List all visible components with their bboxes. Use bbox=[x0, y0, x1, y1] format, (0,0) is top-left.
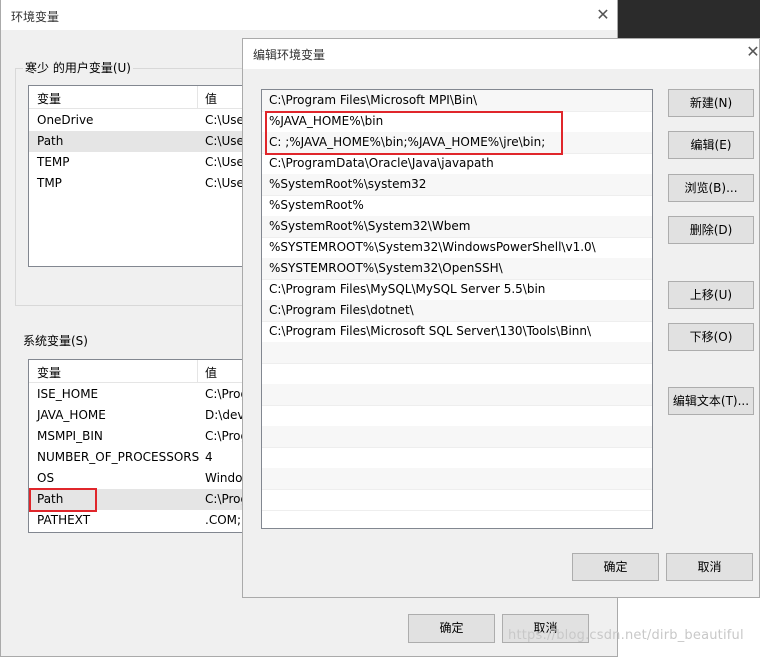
bg-titlebar: 环境变量 ✕ bbox=[1, 0, 617, 30]
list-item[interactable] bbox=[262, 468, 652, 490]
col-header-var[interactable]: 变量 bbox=[37, 364, 61, 381]
col-header-var[interactable]: 变量 bbox=[37, 90, 61, 107]
edit-env-variable-dialog: 编辑环境变量 ✕ C:\Program Files\Microsoft MPI\… bbox=[242, 38, 760, 598]
dialog-close-icon[interactable]: ✕ bbox=[742, 41, 760, 63]
dialog-titlebar: 编辑环境变量 ✕ bbox=[243, 39, 760, 69]
var-value: 4 bbox=[205, 450, 213, 464]
path-entry-text: C:\Program Files\Microsoft MPI\Bin\ bbox=[269, 93, 478, 107]
var-name: OneDrive bbox=[37, 113, 94, 127]
java-paths-highlight bbox=[265, 111, 563, 155]
path-entry-text: %SYSTEMROOT%\System32\OpenSSH\ bbox=[269, 261, 503, 275]
edit-button[interactable]: 编辑(E) bbox=[668, 131, 754, 159]
path-entry-text: %SystemRoot% bbox=[269, 198, 364, 212]
list-item[interactable] bbox=[262, 447, 652, 469]
var-name: JAVA_HOME bbox=[37, 408, 106, 422]
path-entry-text: %SystemRoot%\System32\Wbem bbox=[269, 219, 471, 233]
list-item[interactable] bbox=[262, 405, 652, 427]
var-name: OS bbox=[37, 471, 55, 485]
list-item[interactable]: %SystemRoot% bbox=[262, 195, 652, 217]
var-value: .COM;. bbox=[205, 513, 245, 527]
system-path-highlight bbox=[29, 488, 97, 512]
var-name: TMP bbox=[37, 176, 62, 190]
list-item[interactable] bbox=[262, 426, 652, 448]
var-name: MSMPI_BIN bbox=[37, 429, 103, 443]
dialog-ok-button[interactable]: 确定 bbox=[572, 553, 659, 581]
list-item[interactable]: %SystemRoot%\System32\Wbem bbox=[262, 216, 652, 238]
path-entry-text: C:\Program Files\MySQL\MySQL Server 5.5\… bbox=[269, 282, 546, 296]
move-down-button[interactable]: 下移(O) bbox=[668, 323, 754, 351]
dialog-cancel-button[interactable]: 取消 bbox=[666, 553, 753, 581]
new-button[interactable]: 新建(N) bbox=[668, 89, 754, 117]
watermark: https://blog.csdn.net/dirb_beautiful bbox=[508, 628, 744, 643]
var-name: NUMBER_OF_PROCESSORS bbox=[37, 450, 200, 464]
path-entry-text: %SYSTEMROOT%\System32\WindowsPowerShell\… bbox=[269, 240, 596, 254]
system-vars-label: 系统变量(S) bbox=[23, 334, 88, 348]
var-value: C:\Use bbox=[205, 155, 244, 169]
col-header-value[interactable]: 值 bbox=[205, 90, 217, 107]
move-up-button[interactable]: 上移(U) bbox=[668, 281, 754, 309]
user-vars-label: 寒少 的用户变量(U) bbox=[23, 59, 133, 76]
edit-text-button[interactable]: 编辑文本(T)... bbox=[668, 387, 754, 415]
list-item[interactable]: C:\Program Files\dotnet\ bbox=[262, 300, 652, 322]
bg-window-title: 环境变量 bbox=[11, 10, 60, 24]
list-item[interactable] bbox=[262, 363, 652, 385]
desktop-background bbox=[618, 0, 760, 40]
var-value: Windo bbox=[205, 471, 243, 485]
list-item[interactable] bbox=[262, 489, 652, 511]
browse-button[interactable]: 浏览(B)... bbox=[668, 174, 754, 202]
var-name: TEMP bbox=[37, 155, 70, 169]
delete-button[interactable]: 删除(D) bbox=[668, 216, 754, 244]
path-entry-text: %SystemRoot%\system32 bbox=[269, 177, 427, 191]
list-item[interactable]: %SystemRoot%\system32 bbox=[262, 174, 652, 196]
list-item[interactable]: %SYSTEMROOT%\System32\WindowsPowerShell\… bbox=[262, 237, 652, 259]
var-value: D:\dev bbox=[205, 408, 245, 422]
path-entries-list[interactable]: C:\Program Files\Microsoft MPI\Bin\ %JAVA… bbox=[261, 89, 653, 529]
var-name: ISE_HOME bbox=[37, 387, 99, 401]
path-entry-text: C:\Program Files\dotnet\ bbox=[269, 303, 414, 317]
list-item[interactable] bbox=[262, 342, 652, 364]
path-entry-text: C:\Program Files\Microsoft SQL Server\13… bbox=[269, 324, 592, 338]
list-item[interactable]: C:\Program Files\Microsoft SQL Server\13… bbox=[262, 321, 652, 343]
list-item[interactable]: C:\Program Files\Microsoft MPI\Bin\ bbox=[262, 90, 652, 112]
list-item[interactable]: C:\ProgramData\Oracle\Java\javapath bbox=[262, 153, 652, 175]
bg-close-icon[interactable]: ✕ bbox=[592, 4, 614, 26]
list-item[interactable]: %SYSTEMROOT%\System32\OpenSSH\ bbox=[262, 258, 652, 280]
bg-ok-button[interactable]: 确定 bbox=[408, 614, 495, 643]
dialog-title: 编辑环境变量 bbox=[253, 48, 326, 62]
col-header-value[interactable]: 值 bbox=[205, 364, 217, 381]
var-value: C:\Use bbox=[205, 176, 244, 190]
list-item[interactable]: C:\Program Files\MySQL\MySQL Server 5.5\… bbox=[262, 279, 652, 301]
list-item[interactable] bbox=[262, 384, 652, 406]
var-value: C:\Use bbox=[205, 113, 244, 127]
var-name: Path bbox=[37, 134, 64, 148]
path-entry-text: C:\ProgramData\Oracle\Java\javapath bbox=[269, 156, 494, 170]
var-name: PATHEXT bbox=[37, 513, 91, 527]
var-value: C:\Use bbox=[205, 134, 244, 148]
